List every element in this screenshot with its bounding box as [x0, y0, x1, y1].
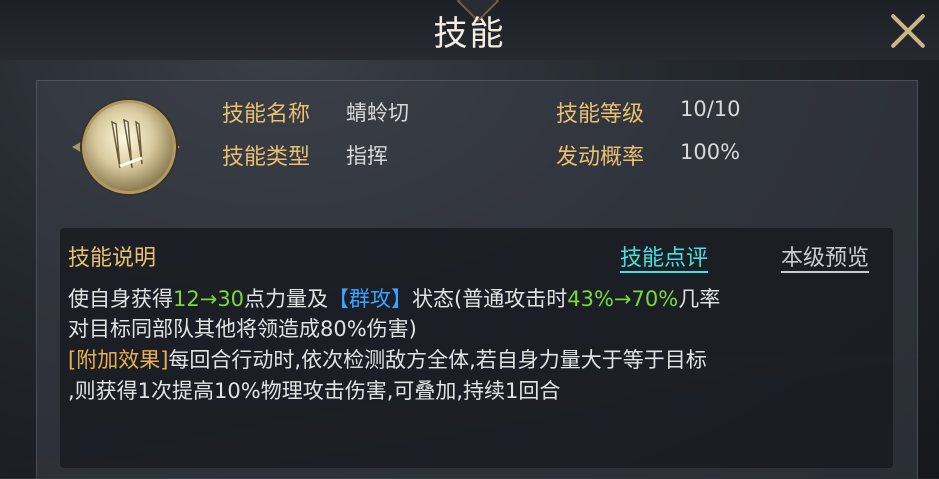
- description-line-3: [附加效果]每回合行动时,依次检测敌方全体,若自身力量大于等于目标: [68, 348, 707, 372]
- skill-icon: [72, 100, 180, 194]
- description-line-2: 对目标同部队其他将领造成80%伤害): [68, 317, 417, 341]
- skill-name-label: 技能名称: [222, 102, 311, 127]
- level-preview-link[interactable]: 本级预览: [781, 240, 869, 272]
- skill-name: 蜻蛉切: [346, 101, 409, 125]
- description-title: 技能说明: [68, 246, 157, 271]
- title-bar: 技能: [0, 0, 939, 60]
- bonus-effect-tag: [附加效果]: [68, 348, 169, 372]
- description-line-4: ,则获得1次提高10%物理攻击伤害,可叠加,持续1回合: [68, 379, 561, 403]
- claw-slash-icon: [111, 118, 143, 169]
- skill-review-link[interactable]: 技能点评: [620, 240, 708, 272]
- description-line-1: 使自身获得12→30点力量及【群攻】状态(普通攻击时43%→70%几率: [68, 287, 721, 311]
- skill-level: 10/10: [680, 97, 741, 121]
- activation-chance: 100%: [680, 140, 741, 164]
- close-icon[interactable]: [884, 8, 932, 56]
- activation-chance-label: 发动概率: [556, 145, 645, 170]
- skill-type-label: 技能类型: [222, 145, 311, 170]
- skill-level-label: 技能等级: [556, 102, 645, 127]
- skill-type: 指挥: [346, 144, 388, 168]
- page-title: 技能: [433, 14, 506, 54]
